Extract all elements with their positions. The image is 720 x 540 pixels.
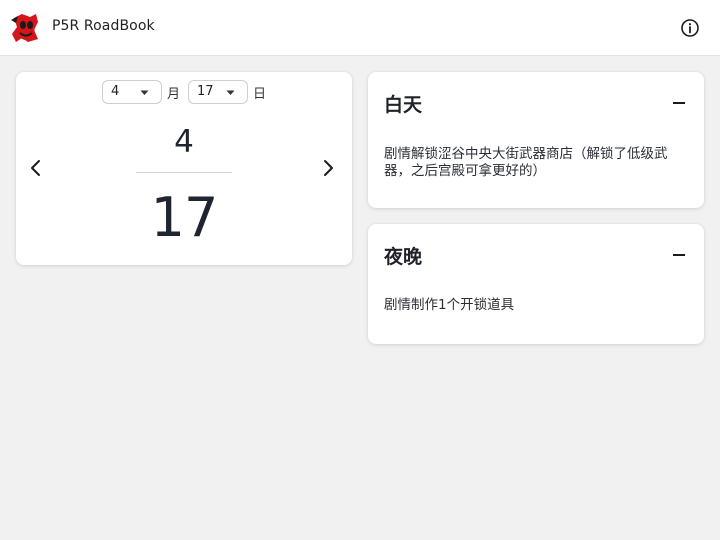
day-select-value: 17 [197,84,214,99]
caret-down-icon [226,90,235,95]
night-title: 夜晚 [384,246,423,268]
displayed-month: 4 [174,124,194,160]
info-icon[interactable] [680,18,700,38]
top-app-bar: P5R RoadBook [0,0,720,56]
daytime-title: 白天 [384,94,423,116]
collapse-minus-icon[interactable] [668,246,690,264]
previous-day-chevron-left-icon[interactable] [26,158,46,178]
app-title: P5R RoadBook [52,18,155,34]
month-select-value: 4 [111,84,120,99]
daytime-event-text: 剧情解锁涩谷中央大街武器商店（解锁了低级武器，之后宫殿可拿更好的） [384,146,668,179]
displayed-day: 17 [150,186,219,249]
phantom-thieves-logo-icon [11,14,38,42]
month-unit-label: 月 [167,87,181,102]
date-picker-card: 4 月 17 日 4 17 [16,72,352,265]
caret-down-icon [140,90,149,95]
day-select[interactable]: 17 [188,80,248,104]
date-divider [136,172,232,173]
night-card: 夜晚 剧情制作1个开锁道具 [368,224,704,344]
day-unit-label: 日 [253,87,267,102]
month-select[interactable]: 4 [102,80,162,104]
collapse-minus-icon[interactable] [668,94,690,112]
next-day-chevron-right-icon[interactable] [318,158,338,178]
daytime-card: 白天 剧情解锁涩谷中央大街武器商店（解锁了低级武器，之后宫殿可拿更好的） [368,72,704,208]
night-event-text: 剧情制作1个开锁道具 [384,297,515,313]
